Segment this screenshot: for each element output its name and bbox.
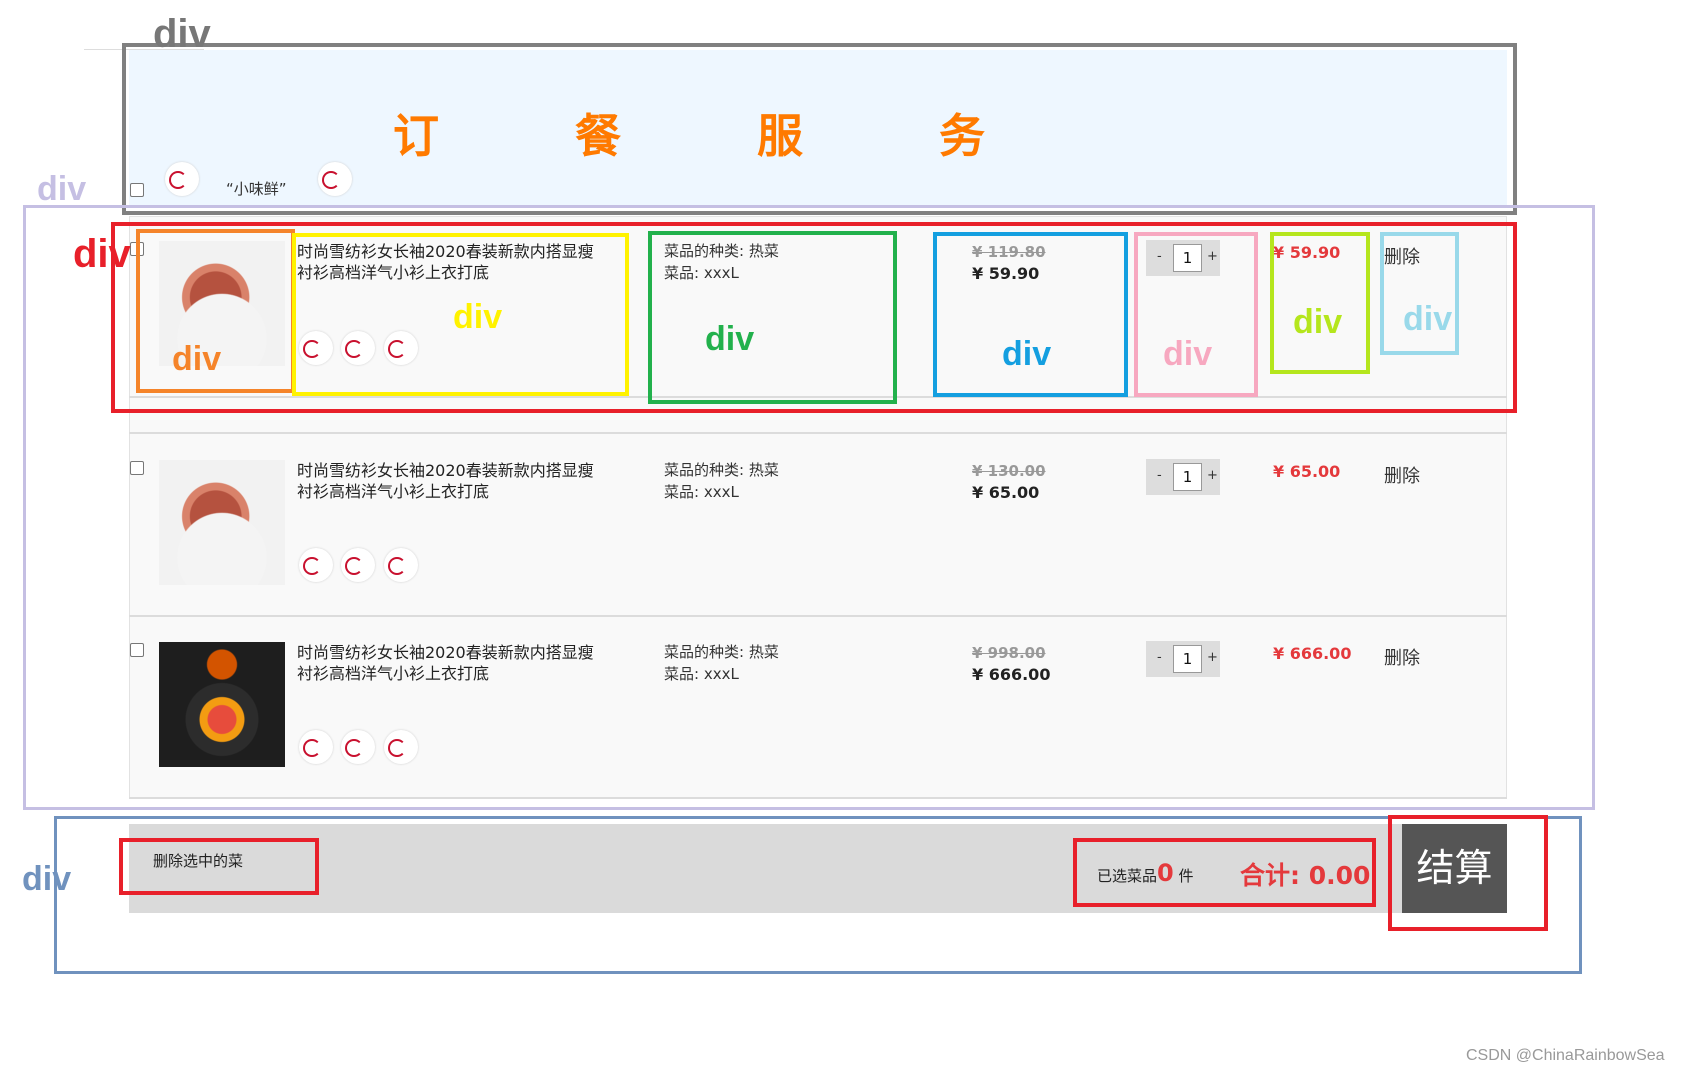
total-frame <box>1073 838 1376 907</box>
div-label: div <box>73 232 131 276</box>
div-label: div <box>1293 303 1343 341</box>
div-label: div <box>705 320 755 358</box>
div-label: div <box>1403 300 1453 338</box>
div-label: div <box>172 340 222 378</box>
delete-selected-frame <box>119 838 319 895</box>
div-label: div <box>37 170 87 208</box>
div-label: div <box>1002 335 1052 373</box>
div-label: div <box>153 12 211 56</box>
watermark: CSDN @ChinaRainbowSea <box>1466 1047 1665 1064</box>
page-frame <box>122 43 1517 215</box>
div-label: div <box>1163 335 1213 373</box>
div-label: div <box>22 860 72 898</box>
checkout-frame <box>1388 815 1548 931</box>
div-label: div <box>453 298 503 336</box>
spec-frame <box>648 231 897 404</box>
